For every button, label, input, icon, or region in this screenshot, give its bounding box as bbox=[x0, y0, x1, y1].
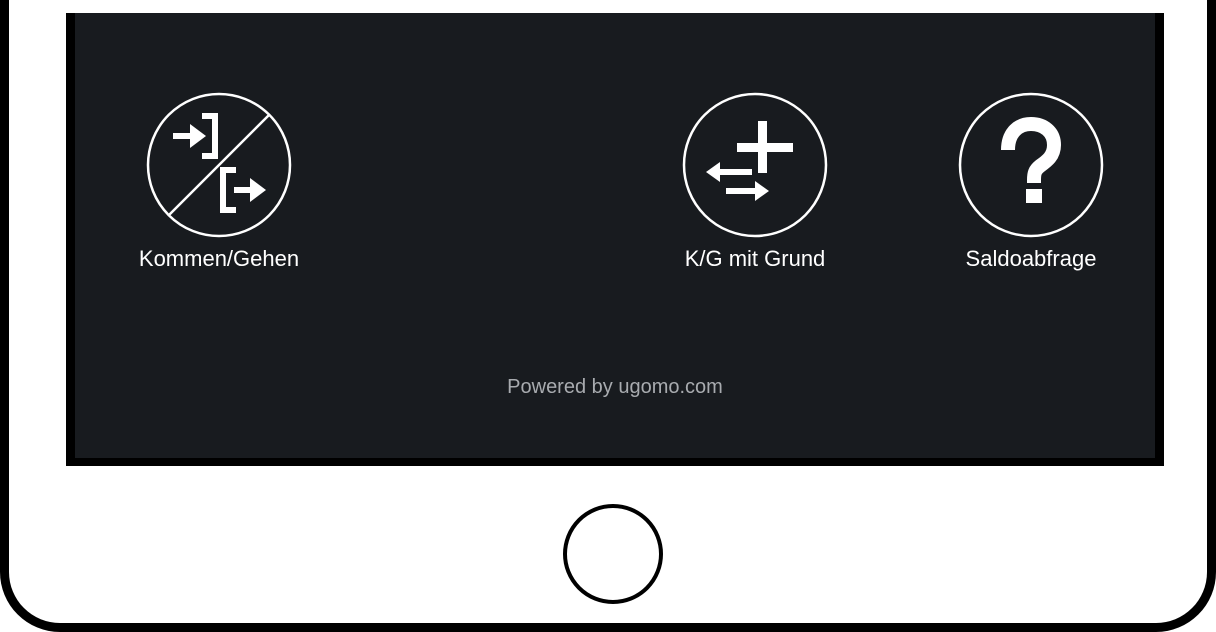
question-mark-icon bbox=[958, 92, 1104, 238]
home-button[interactable] bbox=[563, 504, 663, 604]
kommen-gehen-button[interactable]: Kommen/Gehen bbox=[119, 92, 319, 272]
kg-mit-grund-button[interactable]: K/G mit Grund bbox=[655, 92, 855, 272]
app-screen: Kommen/Gehen K/G mit Grund Saldoabfrage … bbox=[66, 13, 1164, 466]
powered-by-text: Powered by ugomo.com bbox=[507, 376, 723, 398]
clock-in-out-icon bbox=[146, 92, 292, 238]
kg-mit-grund-label: K/G mit Grund bbox=[684, 246, 826, 271]
kommen-gehen-label: Kommen/Gehen bbox=[138, 246, 300, 271]
transfer-plus-icon bbox=[682, 92, 828, 238]
saldoabfrage-label: Saldoabfrage bbox=[965, 246, 1097, 271]
saldoabfrage-button[interactable]: Saldoabfrage bbox=[931, 92, 1131, 272]
